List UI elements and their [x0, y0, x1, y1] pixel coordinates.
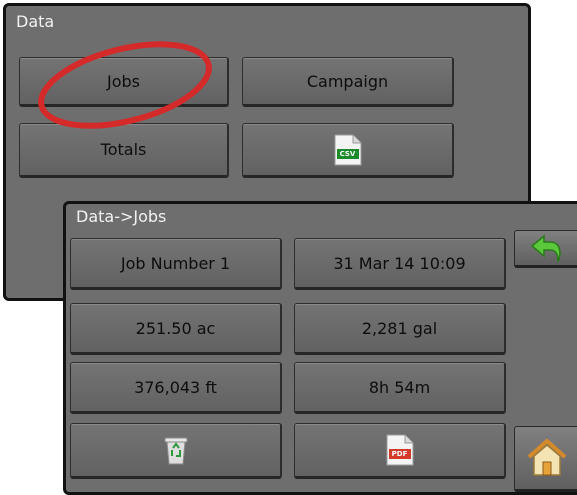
- csv-tag-label: CSV: [339, 149, 356, 158]
- totals-button-label: Totals: [100, 140, 147, 159]
- home-button[interactable]: [514, 426, 577, 492]
- totals-button[interactable]: Totals: [19, 123, 229, 178]
- home-icon: [527, 439, 567, 476]
- campaign-button[interactable]: Campaign: [242, 57, 454, 107]
- export-pdf-button[interactable]: PDF: [294, 423, 506, 479]
- job-duration-value: 8h 54m: [368, 377, 431, 397]
- job-volume-value: 2,281 gal: [361, 318, 438, 338]
- csv-export-button[interactable]: CSV: [242, 123, 454, 178]
- job-distance-value: 376,043 ft: [134, 377, 217, 397]
- job-duration-field: 8h 54m: [294, 362, 506, 414]
- jobs-screen-title: Data->Jobs: [76, 207, 167, 226]
- pdf-tag-label: PDF: [391, 450, 408, 458]
- job-area-field: 251.50 ac: [70, 303, 282, 355]
- jobs-screen-panel: Data->Jobs Job Number 1 31 Mar 14 10:09 …: [63, 201, 577, 495]
- job-name-field[interactable]: Job Number 1: [70, 238, 282, 290]
- delete-job-button[interactable]: [70, 423, 282, 479]
- pdf-file-icon: PDF: [386, 434, 414, 466]
- data-screen-title: Data: [16, 12, 55, 31]
- campaign-button-label: Campaign: [306, 71, 389, 91]
- jobs-button-label: Jobs: [107, 71, 140, 91]
- job-datetime-field: 31 Mar 14 10:09: [294, 238, 506, 290]
- job-datetime-value: 31 Mar 14 10:09: [333, 253, 466, 273]
- back-button[interactable]: [514, 230, 577, 268]
- recycle-bin-icon: [164, 437, 187, 465]
- back-arrow-icon: [530, 234, 561, 263]
- job-name-value: Job Number 1: [120, 253, 231, 273]
- job-volume-field: 2,281 gal: [294, 303, 506, 355]
- job-distance-field: 376,043 ft: [70, 362, 282, 414]
- job-area-value: 251.50 ac: [135, 318, 216, 338]
- jobs-button[interactable]: Jobs: [19, 57, 229, 107]
- csv-file-icon: CSV: [334, 134, 362, 166]
